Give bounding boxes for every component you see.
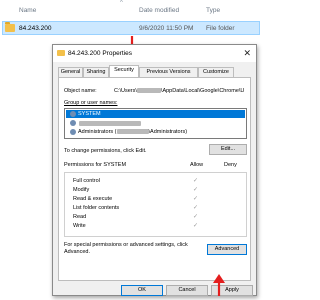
redacted-username	[136, 88, 161, 94]
properties-dialog: 84.243.200 Properties ✕ General Sharing …	[52, 44, 257, 296]
dialog-titlebar[interactable]: 84.243.200 Properties ✕	[53, 45, 256, 62]
check-icon: ✓	[193, 187, 199, 193]
folder-type: File folder	[206, 25, 235, 32]
column-type[interactable]: Type	[206, 7, 220, 14]
check-icon: ✓	[193, 223, 199, 229]
user-group-icon	[70, 129, 76, 135]
special-permissions-text: For special permissions or advanced sett…	[64, 242, 188, 255]
user-icon	[70, 120, 76, 126]
group-name: Administrators ( \Administrators)	[78, 129, 187, 135]
permission-read: Read	[73, 214, 87, 220]
explorer-column-header: ^ Name Date modified Type	[0, 0, 261, 20]
check-icon: ✓	[193, 178, 199, 184]
check-icon: ✓	[193, 205, 199, 211]
folder-date: 9/6/2020 11:50 PM	[139, 25, 194, 32]
object-name-suffix: \AppData\Local\Google\Chrome\U	[160, 88, 245, 94]
object-name-prefix: C:\Users\	[114, 88, 137, 94]
tab-security[interactable]: Security	[109, 65, 139, 77]
user-group-icon	[70, 111, 76, 117]
permission-modify: Modify	[73, 187, 90, 193]
deny-label: Deny	[224, 162, 237, 168]
permissions-list[interactable]: Full control ✓ Modify ✓ Read & execute ✓…	[64, 172, 247, 237]
cancel-button[interactable]: Cancel	[166, 285, 208, 296]
object-name-value: C:\Users\ \AppData\Local\Google\Chrome\U	[114, 88, 244, 94]
tab-customize[interactable]: Customize	[198, 67, 234, 77]
tab-general[interactable]: General	[58, 67, 83, 77]
change-permissions-text: To change permissions, click Edit.	[64, 148, 147, 154]
group-user-list[interactable]: SYSTEM Administrators ( \Administrators)	[64, 108, 247, 139]
group-row-system[interactable]: SYSTEM	[66, 110, 245, 118]
security-panel: Object name: C:\Users\ \AppData\Local\Goo…	[58, 77, 251, 281]
object-name-label: Object name:	[64, 88, 97, 94]
check-icon: ✓	[193, 196, 199, 202]
group-name-prefix: Administrators (	[78, 129, 117, 135]
permission-list-folder: List folder contents	[73, 205, 120, 211]
sort-caret-icon[interactable]: ^	[120, 0, 123, 6]
group-row-administrators[interactable]: Administrators ( \Administrators)	[66, 128, 245, 136]
permission-read-execute: Read & execute	[73, 196, 113, 202]
column-name[interactable]: Name	[19, 7, 36, 14]
tab-previous-versions[interactable]: Previous Versions	[139, 67, 198, 77]
tab-sharing[interactable]: Sharing	[83, 67, 109, 77]
allow-label: Allow	[190, 162, 204, 168]
permissions-header: Permissions for SYSTEM Allow Deny	[64, 162, 247, 170]
redacted-user-name	[79, 121, 141, 126]
group-user-label: Group or user names:	[64, 100, 118, 106]
group-name-suffix: \Administrators)	[148, 129, 188, 135]
permission-write: Write	[73, 223, 86, 229]
advanced-button[interactable]: Advanced	[207, 244, 247, 255]
folder-icon	[5, 22, 15, 32]
group-row-user[interactable]	[66, 119, 245, 127]
redacted-machine-name	[116, 129, 149, 135]
permission-full-control: Full control	[73, 178, 100, 184]
folder-name[interactable]: 84.243.200	[19, 25, 52, 32]
permissions-for-label: Permissions for SYSTEM	[64, 162, 127, 168]
edit-button[interactable]: Edit...	[209, 144, 247, 155]
check-icon: ✓	[193, 214, 199, 220]
group-name: SYSTEM	[78, 111, 101, 117]
close-icon[interactable]: ✕	[243, 48, 251, 59]
ok-button[interactable]: OK	[121, 285, 163, 296]
annotation-arrow-bottom	[213, 274, 225, 296]
column-date-modified[interactable]: Date modified	[139, 7, 179, 14]
folder-icon	[57, 50, 65, 56]
dialog-title: 84.243.200 Properties	[68, 50, 132, 57]
